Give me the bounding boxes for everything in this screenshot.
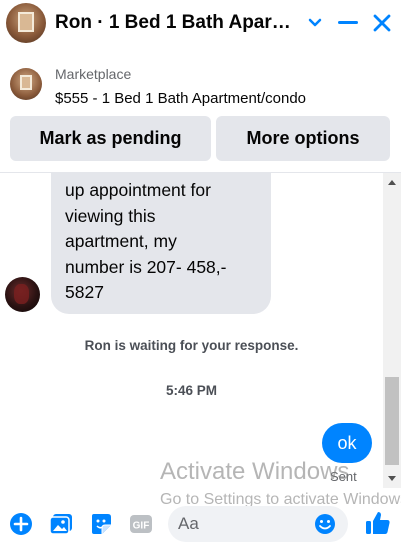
marketplace-label: Marketplace — [55, 66, 132, 82]
marketplace-listing-thumbnail[interactable] — [10, 68, 42, 100]
emoji-icon[interactable] — [313, 512, 337, 536]
thumbs-up-icon[interactable] — [364, 509, 392, 537]
incoming-message-text: up appointment for viewing this apartmen… — [65, 180, 227, 302]
scrollbar-thumb[interactable] — [385, 377, 399, 465]
photo-gallery-icon[interactable] — [48, 511, 74, 537]
message-scrollbar[interactable] — [383, 173, 401, 488]
sticker-icon[interactable] — [88, 511, 114, 537]
minimize-icon[interactable] — [335, 10, 361, 36]
activate-windows-watermark: Activate Windows — [160, 458, 350, 485]
more-options-button[interactable]: More options — [216, 116, 390, 161]
message-timestamp: 5:46 PM — [165, 383, 218, 398]
chat-title[interactable]: Ron · 1 Bed 1 Bath Apartm... — [55, 12, 295, 34]
close-icon[interactable] — [369, 10, 395, 36]
listing-avatar[interactable] — [6, 3, 46, 43]
svg-text:GIF: GIF — [133, 521, 150, 532]
listing-title[interactable]: $555 - 1 Bed 1 Bath Apartment/condo — [55, 90, 306, 107]
message-composer[interactable] — [168, 506, 348, 542]
sender-avatar[interactable] — [5, 277, 40, 312]
chevron-down-icon[interactable] — [302, 10, 328, 36]
scroll-up-arrow-icon[interactable] — [383, 173, 401, 191]
mark-as-pending-button[interactable]: Mark as pending — [10, 116, 211, 161]
chat-header: Ron · 1 Bed 1 Bath Apartm... — [0, 0, 401, 48]
gif-icon[interactable]: GIF — [128, 511, 154, 537]
scroll-down-arrow-icon[interactable] — [383, 469, 401, 487]
outgoing-message-bubble: ok — [322, 423, 372, 463]
message-input[interactable] — [178, 506, 308, 542]
incoming-message-bubble: up appointment for viewing this apartmen… — [51, 173, 271, 314]
waiting-notice: Ron is waiting for your response. — [84, 338, 299, 353]
message-list[interactable]: up appointment for viewing this apartmen… — [0, 173, 383, 488]
plus-circle-icon[interactable] — [8, 511, 34, 537]
